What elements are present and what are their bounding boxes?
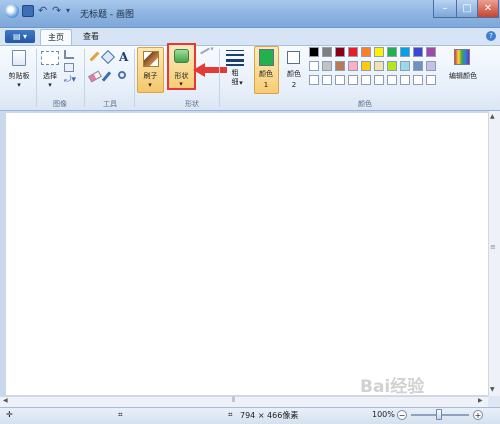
- brushes-label: 刷子: [143, 72, 158, 80]
- palette-swatch[interactable]: [361, 75, 371, 85]
- zoom-slider-thumb[interactable]: [436, 409, 442, 420]
- vertical-scrollbar[interactable]: [488, 111, 500, 396]
- zoom-in-button[interactable]: +: [473, 410, 483, 420]
- palette-swatch[interactable]: [335, 61, 345, 71]
- selection-size-icon: ⌗: [118, 410, 123, 419]
- text-icon[interactable]: A: [119, 50, 128, 64]
- cursor-position-icon: ✛: [6, 410, 13, 419]
- palette-swatch[interactable]: [400, 47, 410, 57]
- tools-group-label: 工具: [103, 100, 117, 108]
- palette-swatch[interactable]: [400, 61, 410, 71]
- drawing-canvas[interactable]: [6, 113, 488, 395]
- image-group-label: 图像: [53, 100, 67, 108]
- magnifier-icon[interactable]: [118, 71, 126, 79]
- paint-app-icon[interactable]: [5, 4, 19, 18]
- outline-dropdown-icon[interactable]: ▾: [208, 45, 216, 53]
- palette-swatch[interactable]: [309, 75, 319, 85]
- color1-label: 颜色 1: [259, 70, 273, 89]
- palette-swatch[interactable]: [309, 47, 319, 57]
- group-separator: [36, 49, 37, 107]
- palette-swatch[interactable]: [348, 47, 358, 57]
- palette-swatch[interactable]: [335, 75, 345, 85]
- scroll-left-icon[interactable]: ◀: [3, 397, 8, 404]
- palette-swatch[interactable]: [309, 61, 319, 71]
- color-palette: [309, 47, 443, 89]
- select-icon[interactable]: [41, 51, 59, 65]
- scroll-thumb-horizontal-icon[interactable]: ⦀: [232, 396, 235, 405]
- shapes-icon: [174, 49, 189, 63]
- group-separator: [219, 49, 220, 107]
- palette-swatch[interactable]: [361, 61, 371, 71]
- quick-access-dropdown-icon[interactable]: ▾: [66, 5, 78, 17]
- palette-swatch[interactable]: [374, 75, 384, 85]
- brush-icon: [143, 51, 159, 67]
- size-dropdown-icon[interactable]: ▾: [237, 79, 245, 87]
- palette-swatch[interactable]: [426, 61, 436, 71]
- group-separator: [84, 49, 85, 107]
- edit-colors-label: 编辑颜色: [449, 72, 477, 80]
- palette-swatch[interactable]: [413, 75, 423, 85]
- clipboard-icon: [12, 50, 26, 66]
- palette-swatch[interactable]: [413, 61, 423, 71]
- shapes-dropdown-icon[interactable]: ▾: [176, 80, 186, 88]
- palette-swatch[interactable]: [387, 75, 397, 85]
- palette-swatch[interactable]: [426, 47, 436, 57]
- zoom-out-button[interactable]: −: [397, 410, 407, 420]
- select-dropdown-icon[interactable]: ▾: [45, 81, 55, 89]
- scroll-up-icon[interactable]: ▲: [490, 113, 495, 120]
- undo-icon[interactable]: ↶: [38, 5, 50, 17]
- palette-swatch[interactable]: [387, 47, 397, 57]
- palette-swatch[interactable]: [426, 75, 436, 85]
- paste-dropdown-icon[interactable]: ▾: [14, 81, 24, 89]
- palette-swatch[interactable]: [348, 61, 358, 71]
- scrollbar-corner: [488, 396, 500, 407]
- zoom-level: 100%: [372, 410, 395, 419]
- palette-swatch[interactable]: [322, 47, 332, 57]
- window-title: 无标题 - 画图: [80, 10, 134, 20]
- palette-swatch[interactable]: [374, 61, 384, 71]
- color2-label: 颜色 2: [287, 70, 301, 89]
- palette-swatch[interactable]: [400, 75, 410, 85]
- color-wheel-icon: [454, 49, 470, 65]
- help-icon[interactable]: ?: [486, 31, 496, 41]
- palette-swatch[interactable]: [322, 75, 332, 85]
- paste-label: 剪贴板: [8, 72, 30, 80]
- color2-swatch: [287, 51, 300, 64]
- palette-swatch[interactable]: [361, 47, 371, 57]
- palette-swatch[interactable]: [374, 47, 384, 57]
- brushes-dropdown-icon[interactable]: ▾: [145, 81, 155, 89]
- select-label[interactable]: 选择: [38, 71, 62, 81]
- save-icon[interactable]: [22, 5, 34, 17]
- tab-home[interactable]: 主页: [40, 29, 72, 45]
- redo-icon[interactable]: ↷: [52, 5, 64, 17]
- line-size-icon: [226, 50, 244, 66]
- image-size-text: 794 × 466像素: [240, 411, 299, 420]
- colors-group-label: 颜色: [358, 100, 372, 108]
- baidu-watermark: Bai经验: [360, 377, 425, 397]
- scroll-thumb-vertical-icon[interactable]: ≡: [490, 243, 496, 251]
- palette-swatch[interactable]: [387, 61, 397, 71]
- file-menu-button[interactable]: ▤ ▾: [5, 30, 35, 43]
- ribbon-tab-bar: [0, 28, 500, 45]
- palette-swatch[interactable]: [348, 75, 358, 85]
- rotate-icon[interactable]: ⤾▾: [62, 75, 78, 85]
- minimize-button[interactable]: –: [433, 0, 457, 18]
- palette-swatch[interactable]: [322, 61, 332, 71]
- color1-swatch: [259, 49, 274, 66]
- horizontal-scrollbar[interactable]: [0, 396, 488, 407]
- shapes-group-label: 形状: [185, 100, 199, 108]
- tab-view[interactable]: 查看: [76, 29, 106, 45]
- crop-icon[interactable]: [64, 50, 74, 59]
- group-separator: [134, 49, 135, 107]
- scroll-right-icon[interactable]: ▶: [478, 397, 483, 404]
- maximize-button[interactable]: □: [456, 0, 478, 18]
- palette-swatch[interactable]: [335, 47, 345, 57]
- close-button[interactable]: ✕: [477, 0, 499, 18]
- scroll-down-icon[interactable]: ▼: [490, 386, 495, 393]
- palette-swatch[interactable]: [413, 47, 423, 57]
- resize-icon[interactable]: [64, 63, 74, 72]
- image-size-icon: ⌗: [228, 410, 233, 419]
